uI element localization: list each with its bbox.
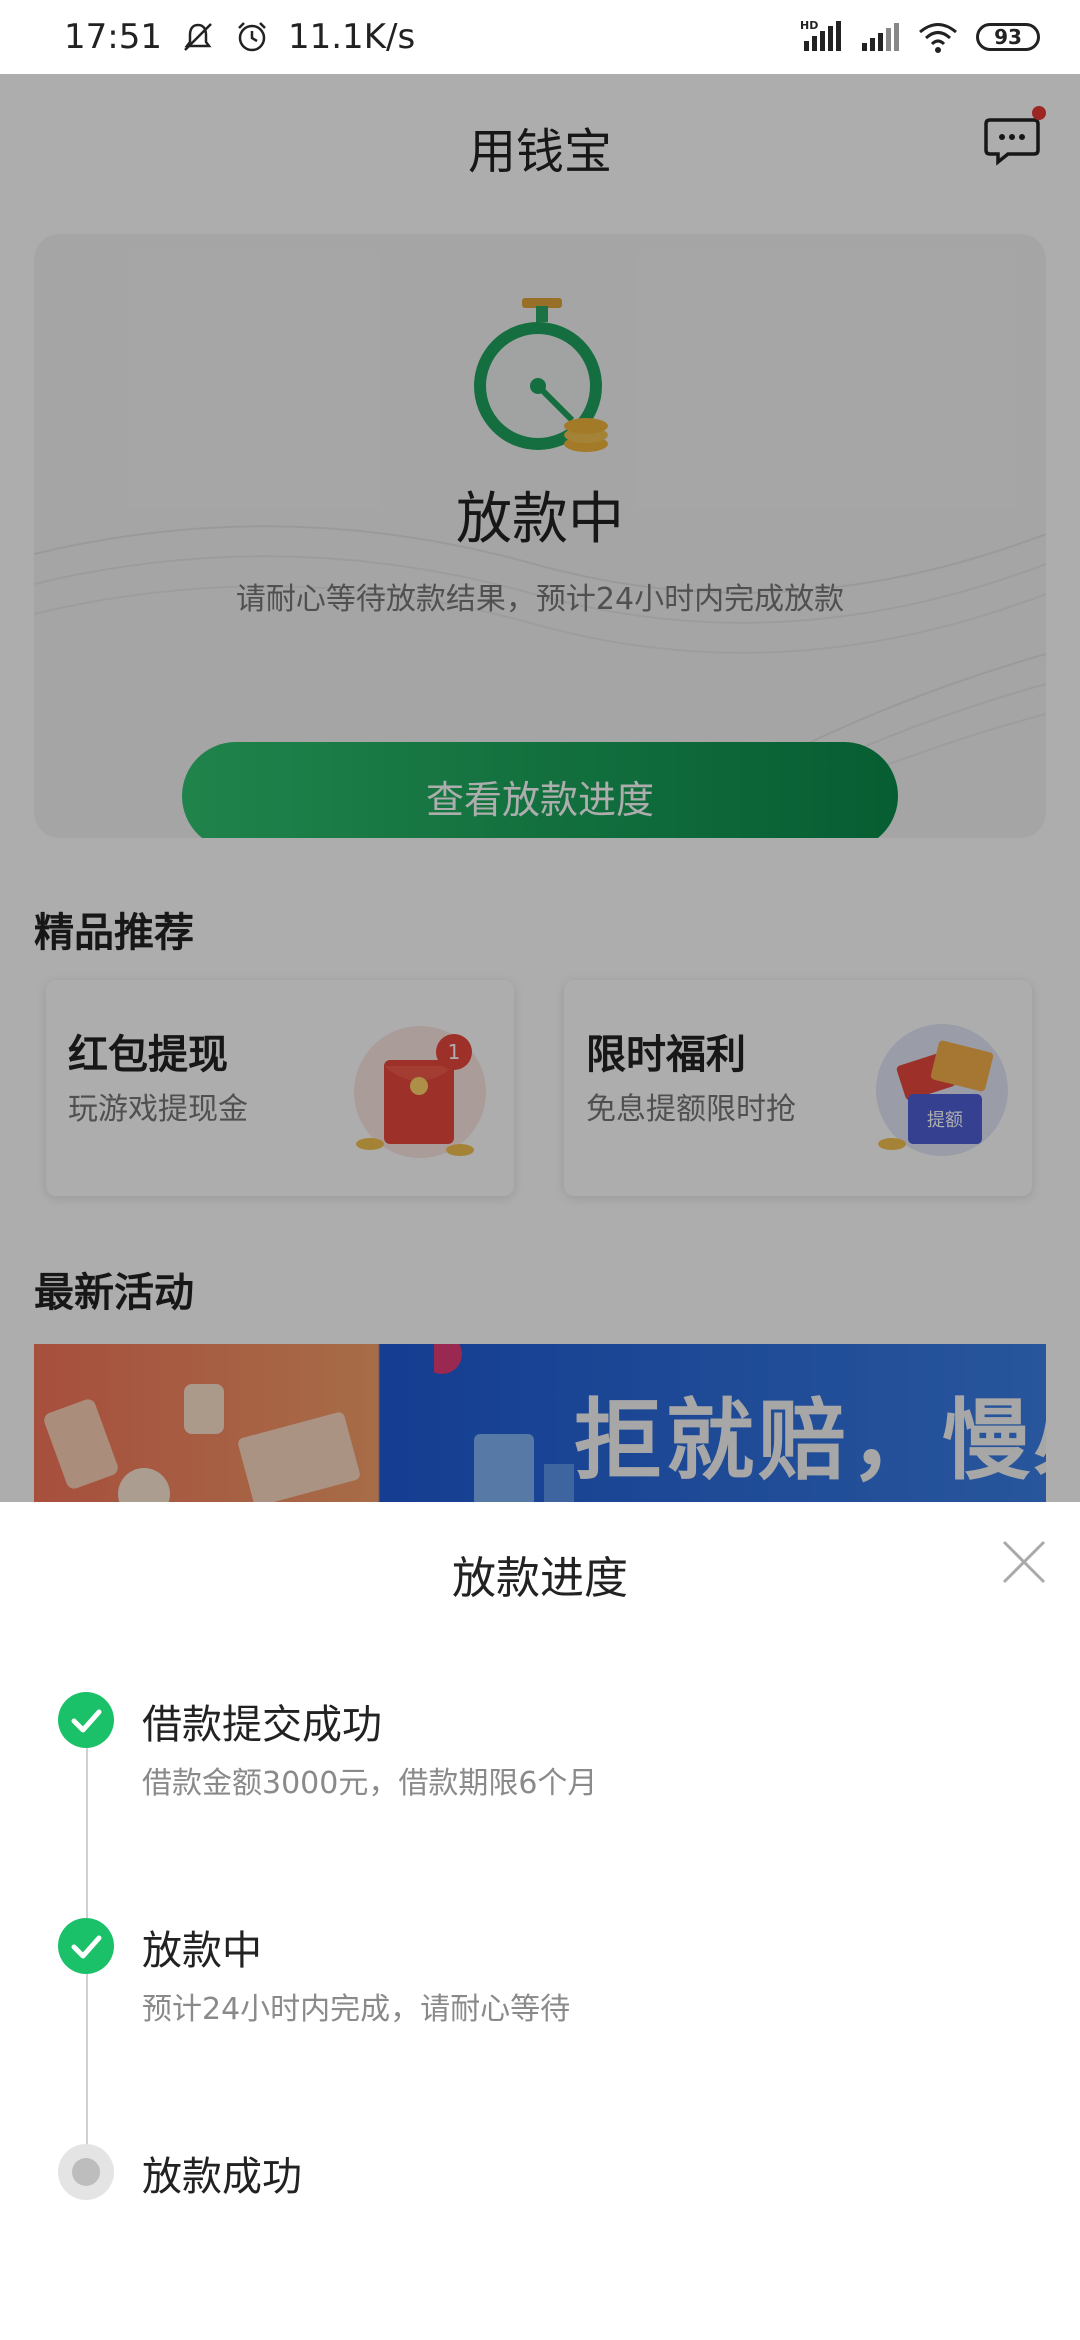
battery-indicator: 93 [976, 23, 1040, 51]
step-title: 放款成功 [142, 2154, 302, 2200]
status-time: 17:51 [64, 17, 162, 57]
step-subtitle: 借款金额3000元，借款期限6个月 [142, 1766, 598, 1801]
modal-overlay[interactable] [0, 74, 1080, 1502]
sheet-title: 放款进度 [452, 1553, 628, 1604]
step-title: 借款提交成功 [142, 1702, 382, 1748]
step-subtitle: 预计24小时内完成，请耐心等待 [142, 1992, 571, 2027]
loan-progress-sheet: 放款进度 借款提交成功 借款金额3000元，借款期限6个月 放款中 预计24小时… [0, 1502, 1080, 2340]
svg-text:HD: HD [800, 19, 818, 32]
network-speed: 11.1K/s [287, 17, 416, 57]
signal-hd-icon: HD [800, 19, 841, 51]
step-title: 放款中 [142, 1928, 262, 1974]
close-icon[interactable] [996, 1534, 1052, 1590]
check-icon [71, 1709, 102, 1733]
alarm-icon [238, 22, 266, 52]
step-done-icon [58, 1918, 114, 1974]
wifi-icon [919, 23, 957, 53]
check-icon [71, 1935, 102, 1959]
step-done-icon [58, 1692, 114, 1748]
signal-icon [862, 23, 899, 51]
mute-icon [184, 23, 212, 51]
status-bar: 17:51 11.1K/s HD 93 [0, 0, 1080, 74]
step-pending-icon [58, 2144, 114, 2200]
